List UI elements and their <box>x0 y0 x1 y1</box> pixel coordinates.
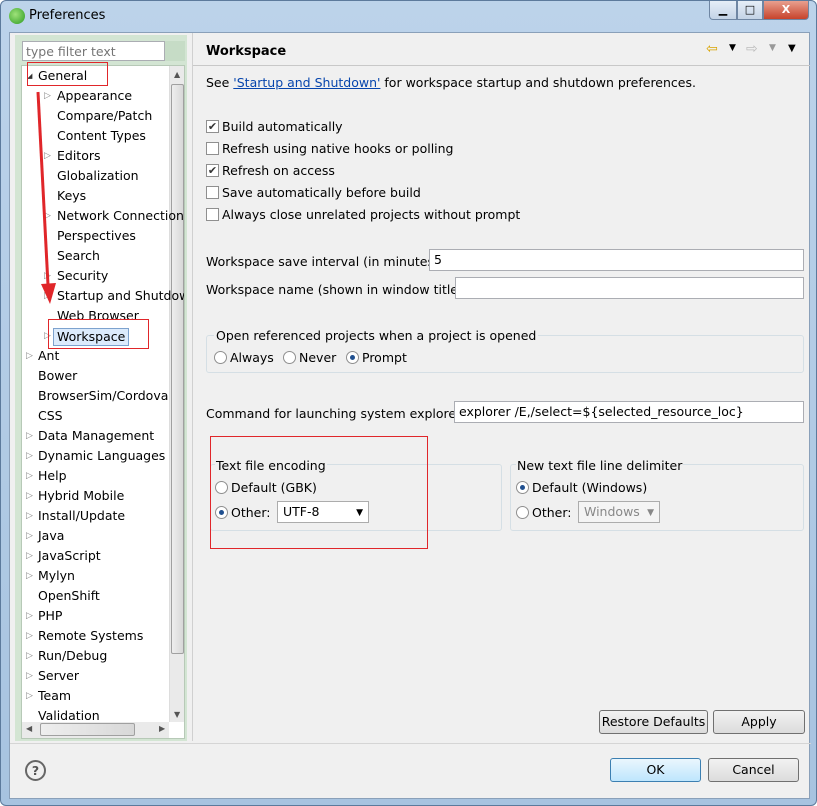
annotation-arrow <box>36 91 56 304</box>
